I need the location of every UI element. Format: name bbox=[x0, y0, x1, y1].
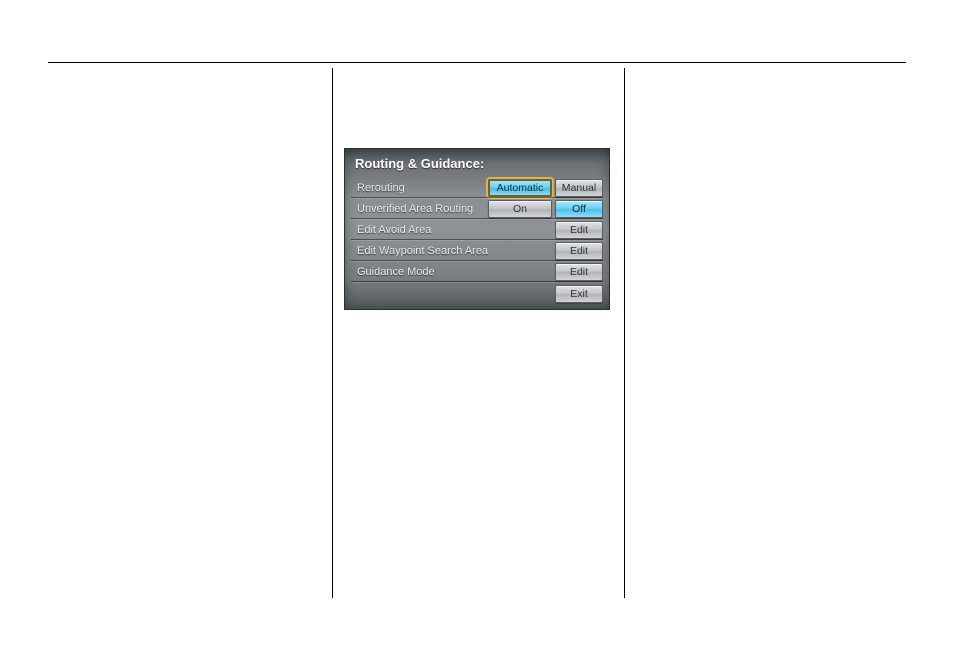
exit-button[interactable]: Exit bbox=[555, 285, 603, 303]
row-rerouting: Rerouting Automatic Manual bbox=[345, 177, 609, 198]
guidance-mode-edit-button[interactable]: Edit bbox=[555, 263, 603, 281]
routing-guidance-panel: Routing & Guidance: Rerouting Automatic … bbox=[344, 148, 610, 310]
row-label: Guidance Mode bbox=[357, 266, 552, 278]
panel-footer: Exit bbox=[345, 282, 609, 303]
row-guidance-mode: Guidance Mode Edit bbox=[345, 261, 609, 282]
row-label: Unverified Area Routing bbox=[357, 203, 485, 215]
edit-waypoint-search-area-button[interactable]: Edit bbox=[555, 242, 603, 260]
horizontal-rule bbox=[48, 62, 906, 63]
row-divider bbox=[351, 281, 603, 282]
row-unverified-area-routing: Unverified Area Routing On Off bbox=[345, 198, 609, 219]
unverified-on-button[interactable]: On bbox=[488, 200, 552, 218]
column-divider-left bbox=[332, 68, 333, 598]
rerouting-automatic-button[interactable]: Automatic bbox=[488, 179, 552, 197]
settings-rows: Rerouting Automatic Manual Unverified Ar… bbox=[345, 177, 609, 282]
row-label: Rerouting bbox=[357, 182, 485, 194]
row-edit-waypoint-search-area: Edit Waypoint Search Area Edit bbox=[345, 240, 609, 261]
rerouting-manual-button[interactable]: Manual bbox=[555, 179, 603, 197]
unverified-off-button[interactable]: Off bbox=[555, 200, 603, 218]
panel-title: Routing & Guidance: bbox=[345, 149, 609, 177]
row-label: Edit Avoid Area bbox=[357, 224, 552, 236]
column-divider-right bbox=[624, 68, 625, 598]
edit-avoid-area-button[interactable]: Edit bbox=[555, 221, 603, 239]
row-edit-avoid-area: Edit Avoid Area Edit bbox=[345, 219, 609, 240]
row-label: Edit Waypoint Search Area bbox=[357, 245, 552, 257]
